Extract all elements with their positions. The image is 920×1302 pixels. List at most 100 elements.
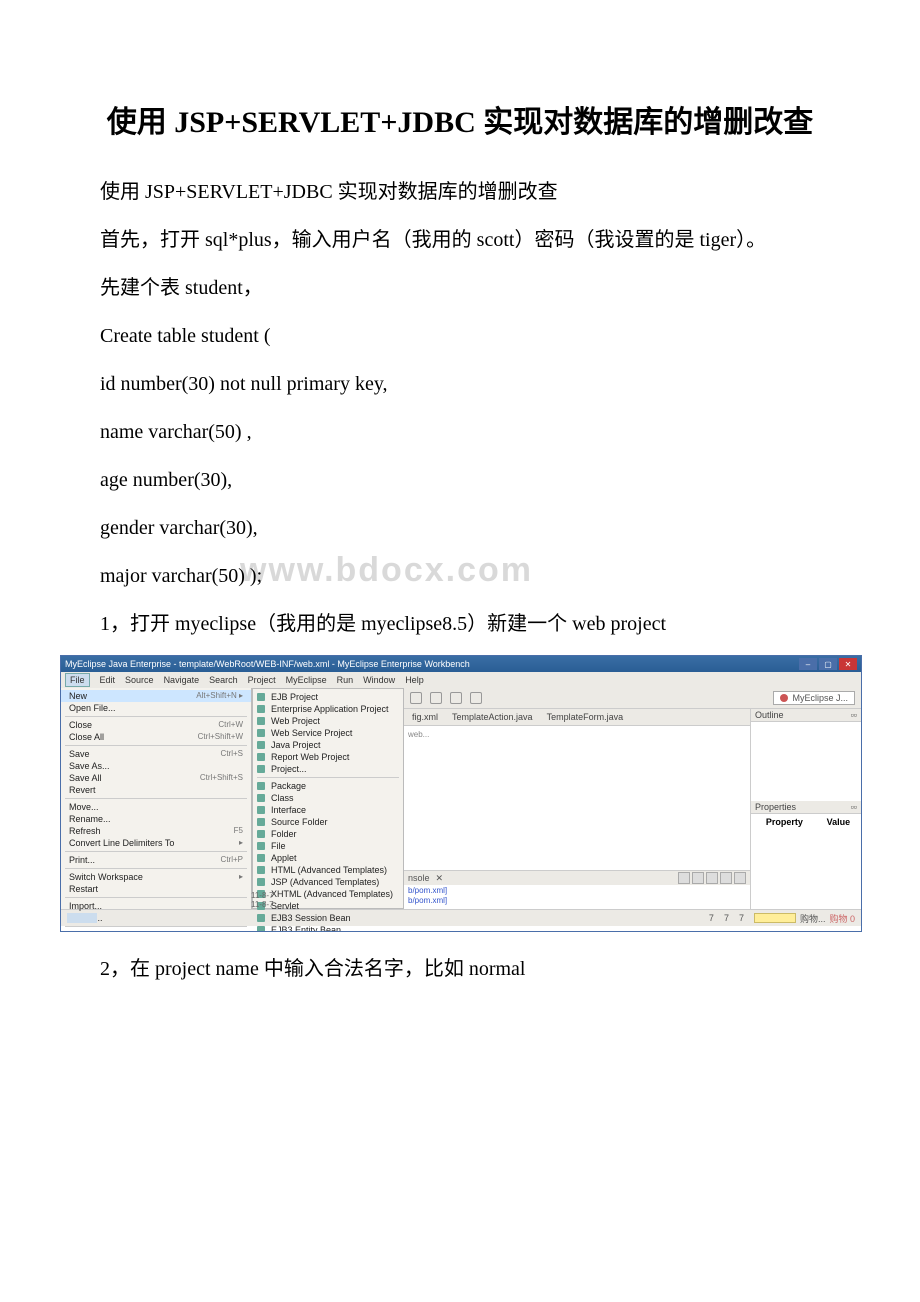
new-menu-item[interactable]: Applet: [253, 852, 403, 864]
file-menu-item[interactable]: Move...: [61, 801, 251, 813]
menu-bar[interactable]: File Edit Source Navigate Search Project…: [61, 672, 861, 688]
first-para: 首先，打开 sql*plus，输入用户名（我用的 scott）密码（我设置的是 …: [60, 223, 860, 257]
editor-tab[interactable]: TemplateForm.java: [543, 712, 628, 722]
recent-date: 11-8-7: [251, 900, 274, 909]
console-toolbar-icon[interactable]: [678, 872, 690, 884]
editor-area[interactable]: web...: [404, 726, 750, 870]
menu-search[interactable]: Search: [209, 675, 238, 685]
file-menu-item[interactable]: Restart: [61, 883, 251, 895]
new-menu-item[interactable]: Project...: [253, 763, 403, 775]
menu-window[interactable]: Window: [363, 675, 395, 685]
menu-myeclipse[interactable]: MyEclipse: [286, 675, 327, 685]
ide-screenshot: MyEclipse Java Enterprise - template/Web…: [60, 655, 862, 932]
editor-tab[interactable]: TemplateAction.java: [448, 712, 537, 722]
prop-col-property: Property: [753, 816, 816, 828]
sql-line-1: Create table student (: [60, 319, 860, 353]
new-submenu[interactable]: EJB ProjectEnterprise Application Projec…: [252, 688, 404, 909]
new-menu-item[interactable]: EJB3 Session Bean: [253, 912, 403, 924]
new-menu-item[interactable]: Folder: [253, 828, 403, 840]
menu-file[interactable]: File: [65, 673, 90, 687]
new-menu-item[interactable]: XHTML (Advanced Templates): [253, 888, 403, 900]
new-menu-item[interactable]: EJB Project: [253, 691, 403, 703]
minimize-icon[interactable]: –: [799, 658, 817, 670]
intro-para: 使用 JSP+SERVLET+JDBC 实现对数据库的增删改查: [60, 175, 860, 209]
menu-navigate[interactable]: Navigate: [164, 675, 200, 685]
maximize-icon[interactable]: ▢: [819, 658, 837, 670]
recent-date: 11-8-7: [251, 891, 274, 900]
toolbar-icon[interactable]: [450, 692, 462, 704]
file-menu-item[interactable]: Print...Ctrl+P: [61, 854, 251, 866]
new-menu-item[interactable]: Enterprise Application Project: [253, 703, 403, 715]
new-menu-item[interactable]: HTML (Advanced Templates): [253, 864, 403, 876]
toolbar-icon[interactable]: [470, 692, 482, 704]
editor-tabs[interactable]: fig.xml TemplateAction.java TemplateForm…: [404, 709, 750, 726]
sql-line-4: age number(30),: [60, 463, 860, 497]
new-menu-item[interactable]: JSP (Advanced Templates): [253, 876, 403, 888]
console-tab[interactable]: nsole: [408, 873, 430, 883]
menu-project[interactable]: Project: [248, 675, 276, 685]
menu-source[interactable]: Source: [125, 675, 154, 685]
file-menu-item[interactable]: Import...: [61, 900, 251, 912]
file-menu-item[interactable]: Open File...: [61, 702, 251, 714]
file-menu-item[interactable]: Close AllCtrl+Shift+W: [61, 731, 251, 743]
status-col: 7: [724, 913, 729, 923]
console-toolbar-icon[interactable]: [692, 872, 704, 884]
file-menu-item[interactable]: Rename...: [61, 813, 251, 825]
sql-line-5: gender varchar(30),: [60, 511, 860, 545]
new-menu-item[interactable]: Package: [253, 780, 403, 792]
menu-run[interactable]: Run: [337, 675, 354, 685]
console-toolbar-icon[interactable]: [720, 872, 732, 884]
console-panel[interactable]: nsole ✕: [404, 870, 750, 909]
status-left-icon: [67, 913, 97, 923]
create-table-para: 先建个表 student，: [60, 271, 860, 305]
toolbar-icon[interactable]: [430, 692, 442, 704]
new-menu-item[interactable]: Servlet: [253, 900, 403, 912]
new-menu-item[interactable]: Report Web Project: [253, 751, 403, 763]
file-menu-item[interactable]: Save AllCtrl+Shift+S: [61, 772, 251, 784]
file-menu-item[interactable]: SaveCtrl+S: [61, 748, 251, 760]
sql-line-3: name varchar(50) ,: [60, 415, 860, 449]
window-titlebar[interactable]: MyEclipse Java Enterprise - template/Web…: [61, 656, 861, 672]
file-menu-item[interactable]: Revert: [61, 784, 251, 796]
new-menu-item[interactable]: Web Service Project: [253, 727, 403, 739]
perspective-icon: [780, 694, 788, 702]
new-menu-item[interactable]: Class: [253, 792, 403, 804]
step-2: 2，在 project name 中输入合法名字，比如 normal: [60, 952, 860, 986]
status-col: 7: [709, 913, 714, 923]
new-menu-item[interactable]: EJB3 Entity Bean: [253, 924, 403, 932]
new-menu-item[interactable]: Source Folder: [253, 816, 403, 828]
toolbar-icon[interactable]: [410, 692, 422, 704]
console-output: b/pom.xml] b/pom.xml]: [404, 885, 750, 909]
panel-controls-icon[interactable]: ▫▫: [851, 710, 857, 720]
status-col: 7: [739, 913, 744, 923]
sql-line-6: major varchar(50) );: [60, 559, 860, 593]
file-menu-item[interactable]: Convert Line Delimiters To▸: [61, 837, 251, 849]
console-toolbar-icon[interactable]: [734, 872, 746, 884]
toolbar[interactable]: MyEclipse J...: [404, 688, 861, 709]
file-menu-item[interactable]: NewAlt+Shift+N ▸: [61, 690, 251, 702]
file-dropdown[interactable]: NewAlt+Shift+N ▸Open File...CloseCtrl+WC…: [61, 688, 252, 909]
new-menu-item[interactable]: Interface: [253, 804, 403, 816]
new-menu-item[interactable]: File: [253, 840, 403, 852]
file-menu-item[interactable]: CloseCtrl+W: [61, 719, 251, 731]
window-title: MyEclipse Java Enterprise - template/Web…: [65, 659, 470, 669]
new-menu-item[interactable]: Web Project: [253, 715, 403, 727]
editor-tab[interactable]: fig.xml: [408, 712, 442, 722]
step-1: 1，打开 myeclipse（我用的是 myeclipse8.5）新建一个 we…: [60, 607, 860, 641]
new-menu-item[interactable]: Java Project: [253, 739, 403, 751]
file-menu-item[interactable]: Save As...: [61, 760, 251, 772]
editor-hint: web...: [408, 730, 429, 739]
file-menu-item[interactable]: Switch Workspace▸: [61, 871, 251, 883]
file-menu-item[interactable]: RefreshF5: [61, 825, 251, 837]
panel-controls-icon[interactable]: ▫▫: [851, 802, 857, 812]
outline-title: Outline: [755, 710, 784, 720]
menu-help[interactable]: Help: [405, 675, 424, 685]
outline-panel[interactable]: Outline ▫▫ Properties ▫▫ Property: [750, 709, 861, 909]
status-progress: 购物... 购物 0: [754, 912, 855, 925]
file-menu-item[interactable]: PropertiesAlt+Enter: [61, 929, 251, 932]
console-toolbar-icon[interactable]: [706, 872, 718, 884]
properties-title: Properties: [755, 802, 796, 812]
perspective-switcher[interactable]: MyEclipse J...: [773, 691, 855, 705]
close-icon[interactable]: ✕: [839, 658, 857, 670]
menu-edit[interactable]: Edit: [100, 675, 116, 685]
